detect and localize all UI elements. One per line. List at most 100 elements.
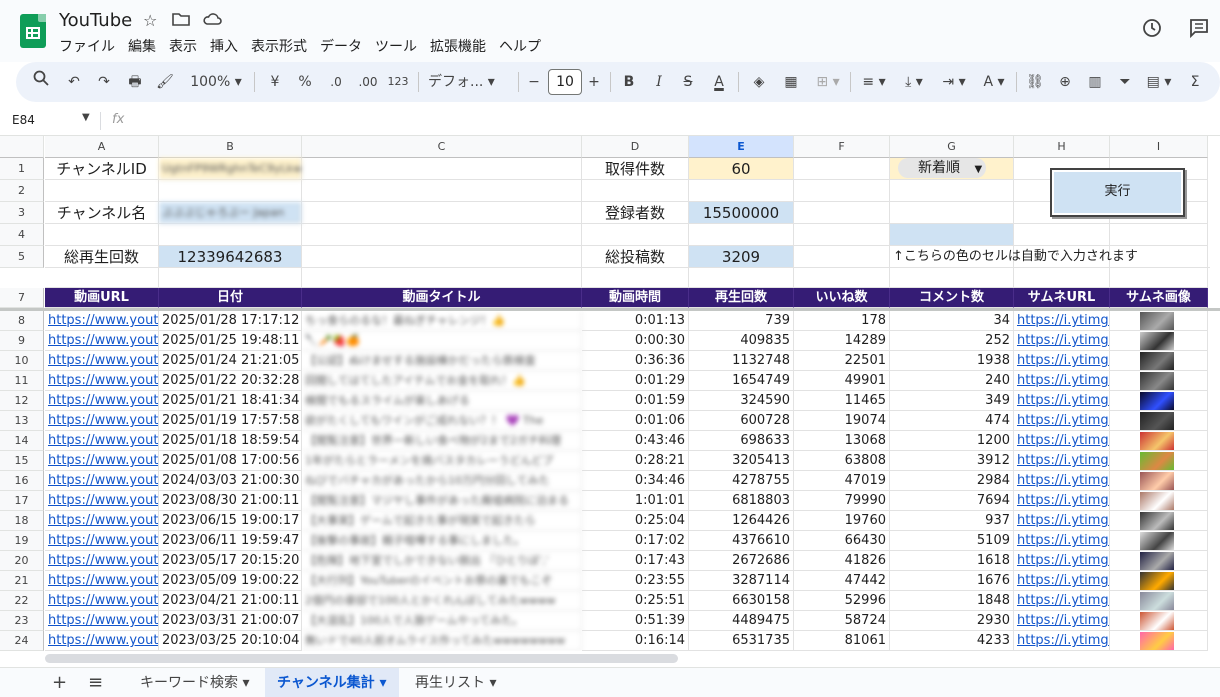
likes-cell[interactable]: 47019 bbox=[794, 471, 890, 491]
thumbnail-url-link[interactable]: https://i.ytimg.co bbox=[1014, 631, 1110, 651]
likes-cell[interactable]: 47442 bbox=[794, 571, 890, 591]
column-header-f[interactable]: F bbox=[794, 136, 890, 158]
cell[interactable] bbox=[1014, 224, 1110, 246]
frozen-row-divider[interactable] bbox=[0, 308, 1220, 311]
menu-view[interactable]: 表示 bbox=[169, 36, 204, 56]
comments-cell[interactable]: 937 bbox=[890, 511, 1014, 531]
comments-cell[interactable]: 1676 bbox=[890, 571, 1014, 591]
video-url-link[interactable]: https://www.youtube bbox=[45, 511, 159, 531]
video-title-cell[interactable]: 回閲してはてしたアイテムでお金を取れ！👍 bbox=[302, 371, 582, 391]
increase-font-size-button[interactable]: + bbox=[586, 62, 602, 102]
menu-data[interactable]: データ bbox=[320, 36, 369, 56]
duration-cell[interactable]: 0:25:04 bbox=[582, 511, 689, 531]
merge-cells-icon[interactable]: ⊞ ▾ bbox=[812, 62, 844, 102]
cell[interactable] bbox=[794, 224, 890, 246]
duration-cell[interactable]: 0:00:30 bbox=[582, 331, 689, 351]
column-header-a[interactable]: A bbox=[45, 136, 159, 158]
comments-cell[interactable]: 4233 bbox=[890, 631, 1014, 651]
percent-format-button[interactable]: % bbox=[296, 62, 314, 102]
date-cell[interactable]: 2025/01/25 19:48:11 bbox=[159, 331, 302, 351]
likes-cell[interactable]: 19760 bbox=[794, 511, 890, 531]
thumbnail-url-link[interactable]: https://i.ytimg.co bbox=[1014, 331, 1110, 351]
thumbnail-image-cell[interactable] bbox=[1110, 631, 1208, 651]
duration-cell[interactable]: 0:25:51 bbox=[582, 591, 689, 611]
date-cell[interactable]: 2025/01/19 17:57:58 bbox=[159, 411, 302, 431]
column-header-d[interactable]: D bbox=[582, 136, 689, 158]
video-title-cell[interactable]: ちっ食らのるな！最ねぎチャレンジ！👍 bbox=[302, 311, 582, 331]
thumbnail-url-link[interactable]: https://i.ytimg.co bbox=[1014, 431, 1110, 451]
video-url-link[interactable]: https://www.youtube bbox=[45, 331, 159, 351]
undo-icon[interactable]: ↶ bbox=[64, 62, 84, 102]
run-button[interactable]: 実行 bbox=[1050, 168, 1185, 217]
video-url-link[interactable]: https://www.youtube bbox=[45, 591, 159, 611]
views-cell[interactable]: 4489475 bbox=[689, 611, 794, 631]
column-header-c[interactable]: C bbox=[302, 136, 582, 158]
channel-name-value[interactable]: ぶぶぶじゃろぶー Japan bbox=[159, 202, 302, 224]
print-icon[interactable]: 🖶 bbox=[124, 62, 146, 102]
video-title-cell[interactable]: 2億円の豪邸で100人とかくれんぼしてみたwwww bbox=[302, 591, 582, 611]
thumbnail-url-link[interactable]: https://i.ytimg.co bbox=[1014, 411, 1110, 431]
row-header[interactable]: 3 bbox=[0, 202, 44, 224]
strikethrough-icon[interactable]: S bbox=[678, 62, 698, 102]
video-url-link[interactable]: https://www.youtube bbox=[45, 631, 159, 651]
row-header[interactable]: 19 bbox=[0, 531, 44, 551]
thumbnail-url-link[interactable]: https://i.ytimg.co bbox=[1014, 611, 1110, 631]
date-cell[interactable]: 2025/01/22 20:32:28 bbox=[159, 371, 302, 391]
sheet-tab-keyword[interactable]: キーワード検索 ▾ bbox=[128, 668, 261, 697]
sheet-tab-channel[interactable]: チャンネル集計 ▾ bbox=[265, 668, 399, 697]
comments-cell[interactable]: 474 bbox=[890, 411, 1014, 431]
likes-cell[interactable]: 63808 bbox=[794, 451, 890, 471]
video-title-cell[interactable]: ねびでバチャカがあったから10万円分回してみた bbox=[302, 471, 582, 491]
duration-cell[interactable]: 0:51:39 bbox=[582, 611, 689, 631]
cell[interactable] bbox=[794, 202, 890, 224]
spreadsheet-grid[interactable]: ABCDEFGHI 1 2 3 4 5 7 8 9 10 11 12 13 14 15 16 17 18 19 20… bbox=[0, 136, 1220, 651]
row-header[interactable]: 14 bbox=[0, 431, 44, 451]
menu-tools[interactable]: ツール bbox=[375, 36, 424, 56]
date-cell[interactable]: 2023/04/21 21:00:11 bbox=[159, 591, 302, 611]
thumbnail-image-cell[interactable] bbox=[1110, 491, 1208, 511]
total-posts-value[interactable]: 3209 bbox=[689, 246, 794, 268]
row-header[interactable]: 2 bbox=[0, 180, 44, 202]
comments-cell[interactable]: 1200 bbox=[890, 431, 1014, 451]
video-url-link[interactable]: https://www.youtube bbox=[45, 471, 159, 491]
menu-format[interactable]: 表示形式 bbox=[251, 36, 314, 56]
date-cell[interactable]: 2025/01/18 18:59:54 bbox=[159, 431, 302, 451]
column-header-e[interactable]: E bbox=[689, 136, 794, 158]
column-header-g[interactable]: G bbox=[890, 136, 1014, 158]
views-cell[interactable]: 3287114 bbox=[689, 571, 794, 591]
sort-order-chip[interactable]: 新着順 ▼ bbox=[898, 158, 986, 178]
cell[interactable] bbox=[302, 158, 582, 180]
fill-color-icon[interactable]: ◈ bbox=[748, 62, 770, 102]
duration-cell[interactable]: 0:23:55 bbox=[582, 571, 689, 591]
duration-cell[interactable]: 0:01:06 bbox=[582, 411, 689, 431]
video-title-cell[interactable]: 【後撃の事故】親子喧嘩する事にしました。 bbox=[302, 531, 582, 551]
cell[interactable] bbox=[582, 268, 689, 288]
views-cell[interactable]: 2672686 bbox=[689, 551, 794, 571]
table-header-cell[interactable]: サムネURL bbox=[1014, 288, 1110, 308]
thumbnail-url-link[interactable]: https://i.ytimg.co bbox=[1014, 311, 1110, 331]
likes-cell[interactable]: 19074 bbox=[794, 411, 890, 431]
thumbnail-url-link[interactable]: https://i.ytimg.co bbox=[1014, 471, 1110, 491]
comments-icon[interactable] bbox=[1188, 17, 1210, 44]
italic-icon[interactable]: I bbox=[650, 62, 668, 102]
column-header-h[interactable]: H bbox=[1014, 136, 1110, 158]
bold-icon[interactable]: B bbox=[620, 62, 638, 102]
video-title-cell[interactable]: 【大事実】ゲームで起きた事が現実で起きたら bbox=[302, 511, 582, 531]
video-title-cell[interactable]: 🔪🥕🍓🍊 bbox=[302, 331, 582, 351]
menu-extensions[interactable]: 拡張機能 bbox=[430, 36, 493, 56]
likes-cell[interactable]: 79990 bbox=[794, 491, 890, 511]
cell[interactable] bbox=[890, 202, 1014, 224]
row-header[interactable]: 10 bbox=[0, 351, 44, 371]
views-cell[interactable]: 3205413 bbox=[689, 451, 794, 471]
cell[interactable] bbox=[794, 158, 890, 180]
row-header[interactable]: 16 bbox=[0, 471, 44, 491]
all-sheets-icon[interactable]: ≡ bbox=[88, 668, 103, 697]
video-title-cell[interactable]: 1年がたらとラーメンを焼バスタカレーうどんどプ bbox=[302, 451, 582, 471]
cell[interactable] bbox=[689, 180, 794, 202]
star-icon[interactable]: ☆ bbox=[143, 11, 157, 30]
cell[interactable] bbox=[1110, 268, 1208, 288]
comments-cell[interactable]: 1848 bbox=[890, 591, 1014, 611]
row-header[interactable]: 11 bbox=[0, 371, 44, 391]
cell[interactable] bbox=[582, 180, 689, 202]
cell[interactable] bbox=[45, 224, 159, 246]
